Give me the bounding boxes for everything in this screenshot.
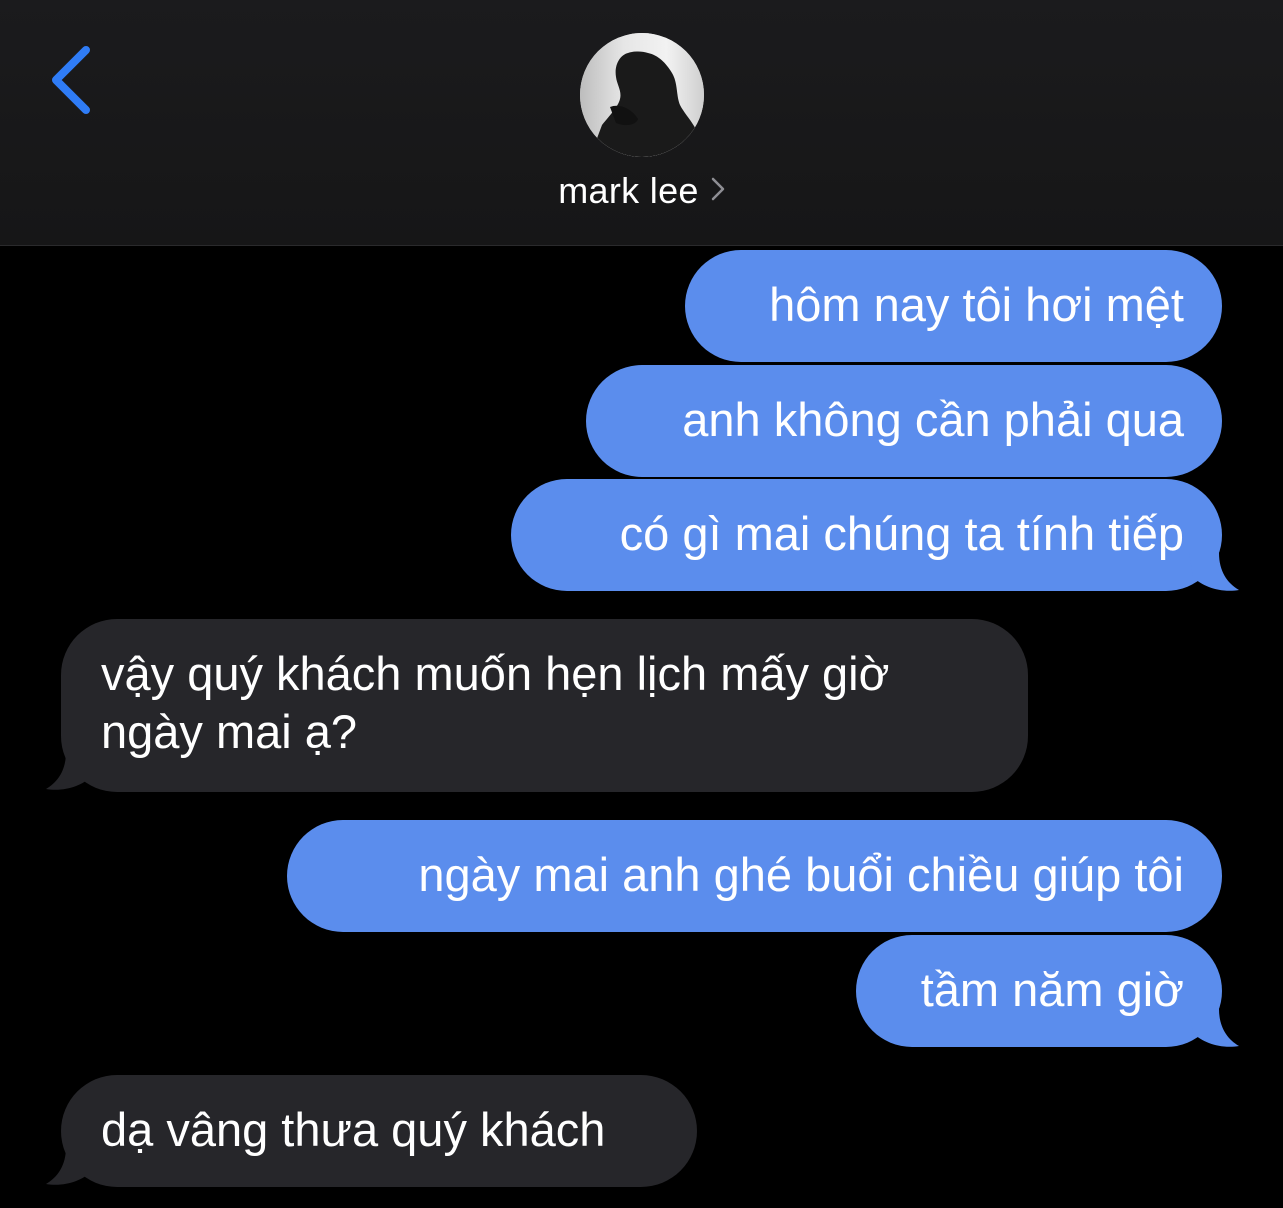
contact-avatar[interactable] <box>580 33 704 157</box>
outgoing-message[interactable]: có gì mai chúng ta tính tiếp <box>511 479 1222 591</box>
incoming-message[interactable]: vậy quý khách muốn hẹn lịch mấy giờ ngày… <box>61 619 1028 792</box>
outgoing-message[interactable]: ngày mai anh ghé buổi chiều giúp tôi <box>287 820 1222 932</box>
contact-name: mark lee <box>558 170 699 211</box>
messages-screen: mark lee hôm nay tôi hơi mệt anh không c… <box>0 0 1283 1208</box>
message-text: dạ vâng thưa quý khách <box>101 1103 606 1156</box>
outgoing-message[interactable]: tầm năm giờ <box>856 935 1222 1047</box>
incoming-message[interactable]: dạ vâng thưa quý khách <box>61 1075 697 1187</box>
message-text: hôm nay tôi hơi mệt <box>769 278 1184 331</box>
outgoing-message[interactable]: anh không cần phải qua <box>586 365 1222 477</box>
message-text: tầm năm giờ <box>920 963 1184 1016</box>
chevron-right-icon <box>711 176 725 207</box>
message-text: anh không cần phải qua <box>682 393 1184 446</box>
chevron-left-icon <box>44 40 104 120</box>
contact-name-button[interactable]: mark lee <box>0 166 1283 216</box>
message-line: vậy quý khách muốn hẹn lịch mấy giờ <box>101 647 890 700</box>
conversation-header: mark lee <box>0 0 1283 246</box>
message-text: ngày mai anh ghé buổi chiều giúp tôi <box>418 848 1184 901</box>
message-line: ngày mai ạ? <box>101 705 358 758</box>
message-text: có gì mai chúng ta tính tiếp <box>619 507 1184 560</box>
bubble-tail <box>1189 553 1239 591</box>
bubble-tail <box>1189 1009 1239 1047</box>
bubble-tail <box>46 752 96 790</box>
outgoing-message[interactable]: hôm nay tôi hơi mệt <box>685 250 1222 362</box>
back-button[interactable] <box>44 40 104 120</box>
bubble-tail <box>46 1147 96 1185</box>
